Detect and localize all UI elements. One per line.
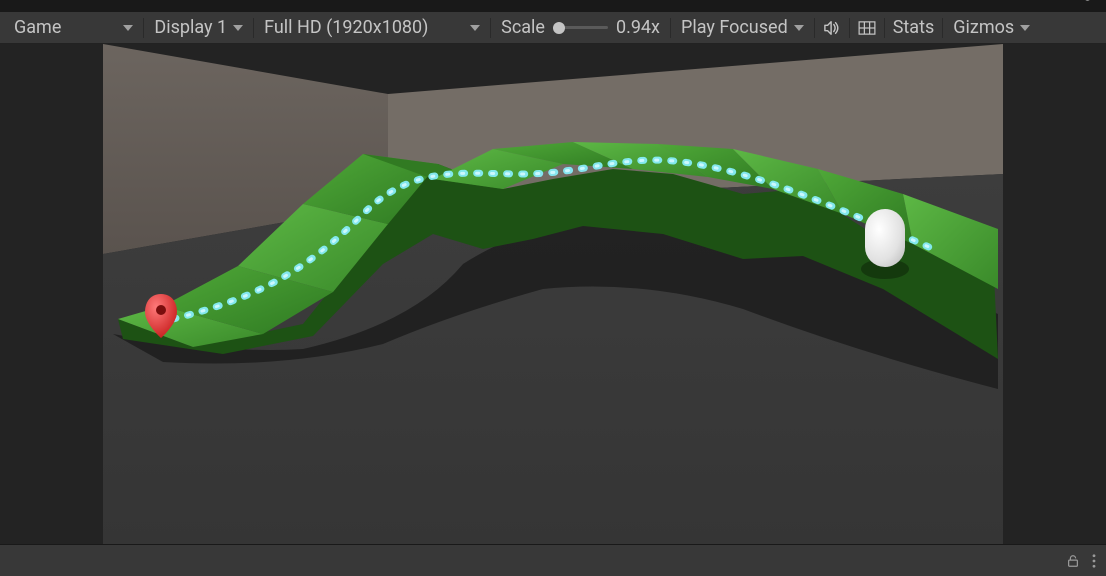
scale-label: Scale xyxy=(501,17,545,38)
status-bar xyxy=(0,544,1106,576)
game-toolbar: Game Display 1 Full HD (1920x1080) Scale… xyxy=(0,12,1106,44)
gizmos-dropdown[interactable]: Gizmos xyxy=(945,15,1038,41)
stats-label: Stats xyxy=(893,17,935,38)
resolution-label: Full HD (1920x1080) xyxy=(264,17,428,38)
display-label: Display 1 xyxy=(154,17,227,38)
speaker-icon xyxy=(823,20,841,36)
kebab-menu-icon[interactable] xyxy=(1092,554,1096,568)
scene-render xyxy=(103,44,1003,544)
chevron-down-icon xyxy=(123,25,133,31)
stats-toggle[interactable]: Stats xyxy=(887,15,941,41)
resolution-dropdown[interactable]: Full HD (1920x1080) xyxy=(256,15,488,41)
aspect-button[interactable] xyxy=(852,15,882,41)
camera-mode-dropdown[interactable]: Game xyxy=(6,15,141,41)
chevron-down-icon xyxy=(1020,25,1030,31)
divider xyxy=(849,18,850,38)
viewport-pillar-left xyxy=(0,44,103,544)
tab-strip: Scene Game xyxy=(0,0,1106,12)
camera-mode-label: Game xyxy=(14,17,61,38)
focus-mode-label: Play Focused xyxy=(681,17,788,38)
divider xyxy=(670,18,671,38)
divider xyxy=(884,18,885,38)
gizmos-label: Gizmos xyxy=(953,17,1014,38)
chevron-down-icon xyxy=(794,25,804,31)
game-viewport[interactable] xyxy=(103,44,1003,544)
divider xyxy=(942,18,943,38)
divider xyxy=(253,18,254,38)
scale-value: 0.94x xyxy=(616,17,660,38)
scale-control: Scale 0.94x xyxy=(493,17,668,38)
focus-mode-dropdown[interactable]: Play Focused xyxy=(673,15,812,41)
mute-audio-button[interactable] xyxy=(817,15,847,41)
lock-icon[interactable] xyxy=(1066,554,1080,568)
divider xyxy=(814,18,815,38)
grid-icon xyxy=(858,21,876,35)
divider xyxy=(490,18,491,38)
chevron-down-icon xyxy=(470,25,480,31)
options-dot-icon[interactable] xyxy=(1085,0,1090,1)
scale-slider[interactable] xyxy=(553,26,608,29)
viewport-container xyxy=(0,44,1106,544)
viewport-pillar-right xyxy=(1003,44,1106,544)
chevron-down-icon xyxy=(233,25,243,31)
scale-slider-thumb[interactable] xyxy=(553,22,565,34)
divider xyxy=(143,18,144,38)
display-dropdown[interactable]: Display 1 xyxy=(146,15,251,41)
